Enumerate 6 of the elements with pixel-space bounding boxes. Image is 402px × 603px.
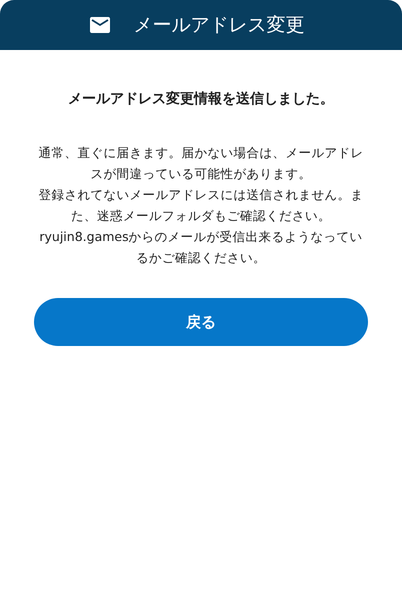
message-heading: メールアドレス変更情報を送信しました。 bbox=[68, 90, 334, 108]
back-button[interactable]: 戻る bbox=[34, 298, 368, 346]
message-text: 通常、直ぐに届きます。届かない場合は、メールアドレスが間違っている可能性があります。 bbox=[38, 144, 364, 183]
mail-icon bbox=[90, 17, 110, 33]
message-text: 登録されてないメールアドレスには送信されません。また、迷惑メールフォルダもご確認ください。ryujin8.gamesからのメールが受信出来るようなっているかご確認ください。 bbox=[38, 186, 364, 267]
header-title: メールアドレス変更 bbox=[134, 13, 304, 38]
